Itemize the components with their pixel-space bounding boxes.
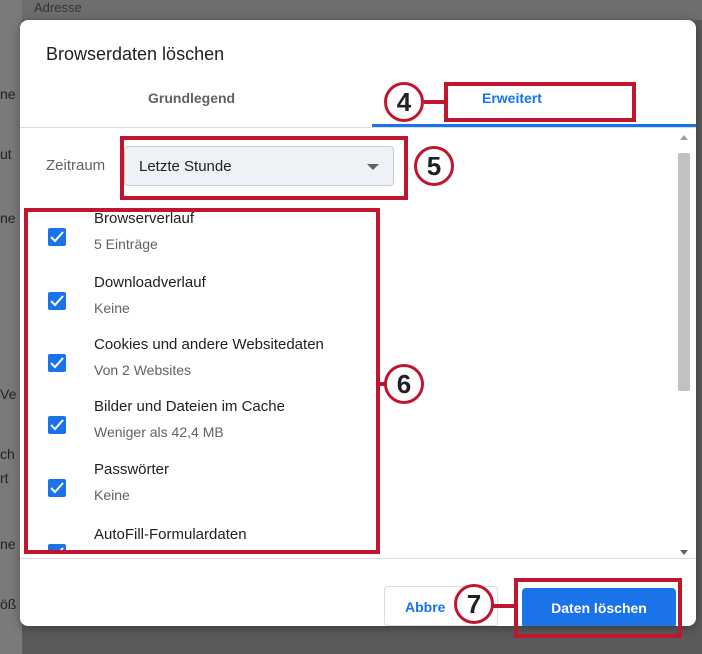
- annotation-number: 4: [384, 82, 424, 122]
- background-text: ne: [0, 210, 16, 226]
- background-text: ch: [0, 446, 15, 462]
- background-text: Adresse: [34, 0, 82, 15]
- background-text: ut: [0, 146, 12, 162]
- annotation-connector: [424, 100, 446, 104]
- background-text: öß: [0, 596, 17, 612]
- annotation-number: 7: [454, 584, 494, 624]
- background-text: Ve: [0, 386, 17, 402]
- background-text: rt: [0, 470, 9, 486]
- scroll-down-arrow-icon[interactable]: [680, 550, 688, 555]
- background-text: ne: [0, 86, 16, 102]
- background-text: ne: [0, 536, 16, 552]
- dialog-title: Browserdaten löschen: [46, 44, 225, 64]
- annotation-connector: [492, 604, 516, 608]
- annotation-number: 6: [384, 364, 424, 404]
- annotation-box-time-range: [120, 136, 408, 200]
- scrollbar[interactable]: [676, 133, 692, 557]
- scroll-thumb[interactable]: [678, 153, 690, 391]
- time-range-label: Zeitraum: [46, 157, 106, 174]
- annotation-box-advanced-tab: [444, 82, 636, 122]
- annotation-box-data-types: [24, 208, 380, 554]
- annotation-box-clear-button: [514, 578, 682, 638]
- scroll-up-arrow-icon[interactable]: [680, 135, 688, 140]
- tab-basic[interactable]: Grundlegend: [148, 90, 235, 106]
- tabs-divider: [20, 127, 696, 128]
- annotation-number: 5: [414, 146, 454, 186]
- footer-divider: [20, 558, 696, 559]
- background-top-bar: [0, 0, 702, 20]
